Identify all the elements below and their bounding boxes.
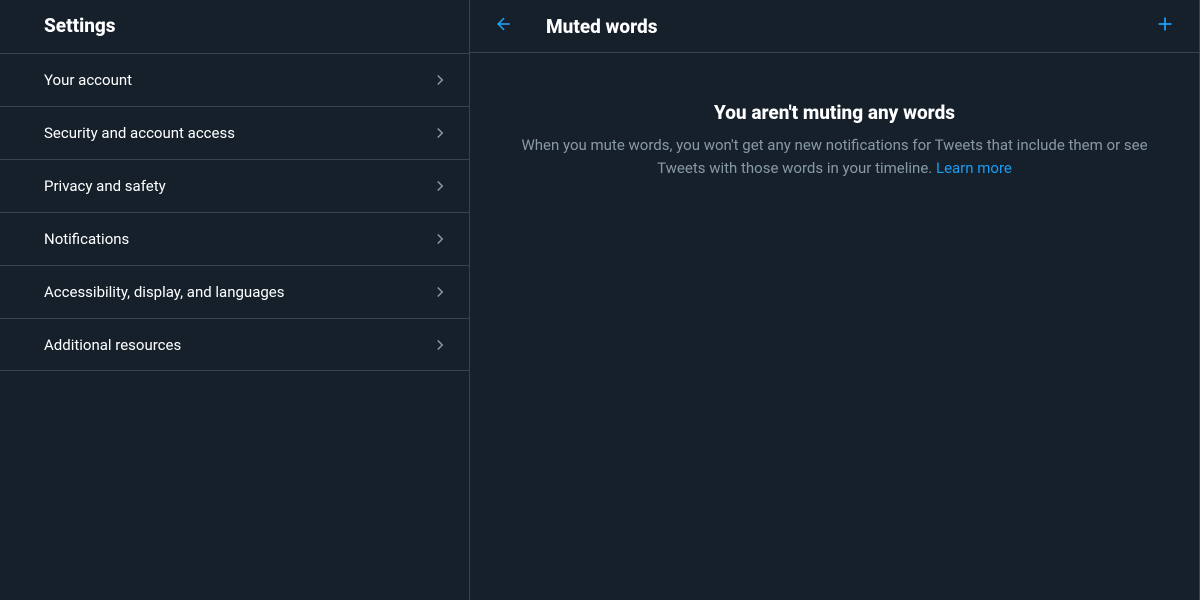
sidebar-item-privacy[interactable]: Privacy and safety [0,159,469,212]
chevron-right-icon [431,124,449,142]
sidebar-item-label: Accessibility, display, and languages [44,283,284,301]
sidebar-item-label: Privacy and safety [44,177,166,195]
empty-description: When you mute words, you won't get any n… [502,134,1167,179]
sidebar-item-notifications[interactable]: Notifications [0,212,469,265]
sidebar-item-your-account[interactable]: Your account [0,53,469,106]
settings-title: Settings [0,0,469,53]
main-panel: Muted words You aren't muting any words … [470,0,1200,600]
learn-more-link[interactable]: Learn more [936,159,1012,177]
sidebar-item-label: Your account [44,71,132,89]
sidebar-item-label: Additional resources [44,336,181,354]
empty-headline: You aren't muting any words [502,101,1167,124]
sidebar-item-accessibility[interactable]: Accessibility, display, and languages [0,265,469,318]
main-header: Muted words [470,0,1199,53]
arrow-left-icon [494,14,514,38]
sidebar-item-security[interactable]: Security and account access [0,106,469,159]
page-title: Muted words [546,15,1147,38]
chevron-right-icon [431,336,449,354]
add-muted-word-button[interactable] [1147,8,1183,44]
sidebar-item-label: Security and account access [44,124,235,142]
sidebar-item-additional[interactable]: Additional resources [0,318,469,371]
settings-sidebar: Settings Your account Security and accou… [0,0,470,600]
chevron-right-icon [431,177,449,195]
plus-icon [1154,13,1176,39]
back-button[interactable] [486,8,522,44]
empty-state: You aren't muting any words When you mut… [470,53,1199,179]
chevron-right-icon [431,283,449,301]
sidebar-item-label: Notifications [44,230,129,248]
empty-description-text: When you mute words, you won't get any n… [521,136,1147,177]
chevron-right-icon [431,230,449,248]
chevron-right-icon [431,71,449,89]
